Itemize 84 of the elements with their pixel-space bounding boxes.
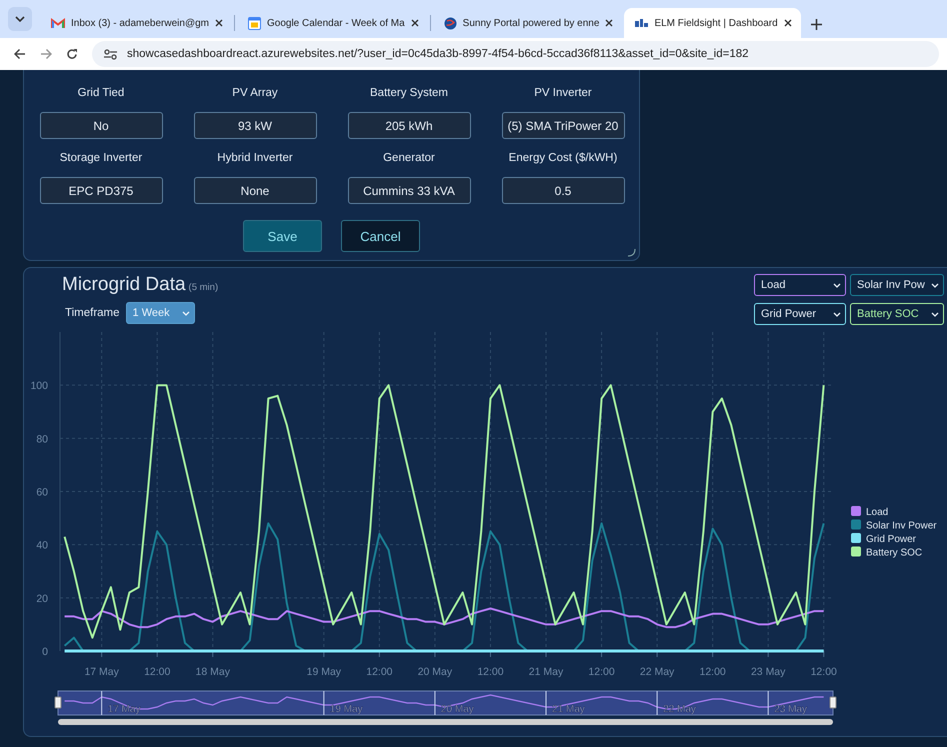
timeframe-label: Timeframe bbox=[65, 307, 120, 319]
browser-tab[interactable]: Google Calendar - Week of Ma bbox=[237, 8, 428, 38]
reload-icon[interactable] bbox=[66, 48, 78, 60]
input-field[interactable]: None bbox=[194, 177, 316, 204]
address-bar[interactable]: showcasedashboardreact.azurewebsites.net/?user_id=0c45da3b-8997-4f54-b6cd-5ccad36f8113&asset_id=0&site_id=182 bbox=[92, 41, 939, 67]
x-axis-label: 23 May bbox=[750, 666, 786, 678]
x-axis-label: 12:00 bbox=[144, 666, 170, 678]
legend-label[interactable]: Battery SOC bbox=[866, 548, 922, 558]
forward-icon[interactable] bbox=[40, 48, 52, 60]
input-field[interactable]: EPC PD375 bbox=[40, 177, 162, 204]
y-axis-label: 100 bbox=[30, 380, 48, 392]
x-axis-label: 12:00 bbox=[810, 666, 837, 678]
close-icon[interactable] bbox=[215, 19, 223, 27]
series-select[interactable]: Load bbox=[754, 274, 846, 296]
navigator-label: 17 May bbox=[108, 704, 140, 715]
chevron-icon bbox=[931, 282, 939, 288]
legend-label[interactable]: Grid Power bbox=[866, 534, 916, 545]
x-axis-label: 19 May bbox=[306, 666, 342, 678]
tune-icon bbox=[104, 48, 117, 60]
navigator-label: 20 May bbox=[440, 704, 474, 715]
input-field[interactable]: 205 kWh bbox=[348, 112, 470, 139]
field-label: Storage Inverter bbox=[60, 151, 142, 165]
legend-label[interactable]: Solar Inv Power bbox=[866, 520, 937, 532]
browser-tab[interactable]: ELM Fieldsight | Dashboard bbox=[624, 8, 801, 38]
globe-icon bbox=[444, 16, 457, 30]
x-axis-label: 12:00 bbox=[366, 666, 393, 678]
x-axis-label: 12:00 bbox=[477, 666, 504, 678]
x-axis-label: 18 May bbox=[196, 666, 230, 678]
input-field[interactable]: (5) SMA TriPower 20 bbox=[502, 112, 624, 139]
y-axis-label: 80 bbox=[36, 433, 48, 446]
cancel-button[interactable]: Cancel bbox=[341, 220, 420, 252]
chevron-icon bbox=[833, 312, 841, 316]
logo-icon bbox=[635, 18, 648, 28]
field-label: PV Array bbox=[232, 86, 278, 100]
chevron-icon bbox=[182, 310, 190, 316]
close-icon[interactable] bbox=[410, 19, 419, 27]
x-axis-label: 17 May bbox=[84, 666, 119, 678]
input-field[interactable]: No bbox=[40, 112, 162, 139]
range-handle[interactable] bbox=[830, 696, 836, 708]
calendar-icon bbox=[248, 16, 261, 30]
x-axis-label: 22 May bbox=[640, 666, 674, 678]
new-tab-icon[interactable] bbox=[810, 19, 822, 30]
input-field[interactable]: 93 kW bbox=[194, 112, 316, 139]
field-label: Energy Cost ($/kWH) bbox=[508, 151, 618, 165]
chevron-icon bbox=[931, 312, 939, 316]
y-axis-label: 60 bbox=[36, 486, 48, 498]
input-field[interactable]: Cummins 33 kVA bbox=[348, 177, 470, 204]
x-axis-label: 21 May bbox=[528, 666, 564, 678]
chevron-icon bbox=[833, 282, 841, 288]
back-icon[interactable] bbox=[14, 48, 26, 60]
mail-icon bbox=[51, 18, 65, 28]
y-axis-label: 40 bbox=[36, 540, 48, 552]
x-axis-label: 12:00 bbox=[700, 666, 726, 678]
close-icon[interactable] bbox=[784, 19, 792, 27]
field-label: Battery System bbox=[370, 86, 448, 100]
close-icon[interactable] bbox=[605, 19, 614, 27]
field-label: Grid Tied bbox=[78, 86, 124, 100]
range-handle[interactable] bbox=[54, 696, 62, 708]
series-select[interactable]: Battery SOC bbox=[850, 303, 944, 325]
y-axis-label: 0 bbox=[42, 646, 48, 658]
x-axis-label: 20 May bbox=[418, 666, 452, 678]
input-field[interactable]: 0.5 bbox=[502, 177, 624, 204]
navigator-label: 21 May bbox=[552, 704, 585, 715]
panel-title: Microgrid Data bbox=[62, 274, 186, 296]
field-label: PV Inverter bbox=[534, 86, 592, 100]
navigator-band[interactable] bbox=[58, 690, 834, 716]
legend-label[interactable]: Load bbox=[866, 507, 888, 518]
navigator-label: 19 May bbox=[330, 704, 363, 715]
browser-tab[interactable]: Inbox (3) - adameberwein@gm bbox=[40, 8, 232, 38]
interval-note: (5 min) bbox=[188, 282, 218, 293]
browser-tab[interactable]: Sunny Portal powered by enne bbox=[432, 8, 622, 38]
y-axis-label: 20 bbox=[36, 592, 48, 605]
navigator-label: 23 May bbox=[774, 704, 807, 715]
resize-handle-icon[interactable] bbox=[628, 249, 636, 257]
field-label: Hybrid Inverter bbox=[217, 151, 293, 165]
series-select[interactable]: Grid Power bbox=[754, 303, 846, 325]
tab-list-button[interactable] bbox=[8, 7, 32, 31]
save-button[interactable]: Save bbox=[243, 220, 322, 252]
series-select[interactable]: Solar Inv Pow bbox=[850, 274, 944, 296]
url-text: showcasedashboardreact.azurewebsites.net/?user_id=0c45da3b-8997-4f54-b6cd-5ccad36f8113&asset_id=0&site_id=182 bbox=[127, 48, 749, 60]
field-label: Generator bbox=[383, 151, 435, 165]
x-axis-label: 12:00 bbox=[588, 666, 615, 678]
chevron-icon bbox=[15, 16, 25, 22]
scrollbar[interactable] bbox=[58, 719, 833, 725]
